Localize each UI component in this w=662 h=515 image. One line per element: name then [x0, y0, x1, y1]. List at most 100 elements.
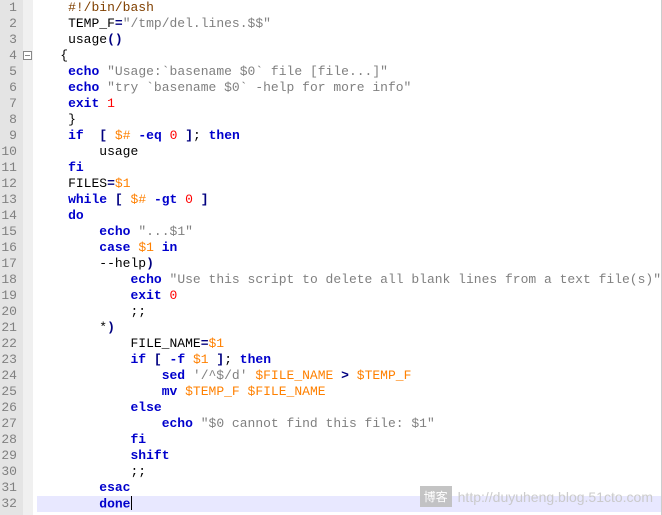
code-line[interactable]: usage() — [37, 32, 661, 48]
code-line[interactable]: usage — [37, 144, 661, 160]
code-line[interactable]: ;; — [37, 304, 661, 320]
code-line[interactable]: } — [37, 112, 661, 128]
token-kw: echo — [130, 272, 161, 287]
line-number: 6 — [0, 80, 17, 96]
text-caret — [131, 496, 132, 510]
line-number: 21 — [0, 320, 17, 336]
fold-spacer — [23, 115, 33, 131]
token-nm: { — [37, 48, 68, 63]
code-line[interactable]: --help) — [37, 256, 661, 272]
token-kw: -f — [170, 352, 186, 367]
line-number: 9 — [0, 128, 17, 144]
fold-gutter — [23, 0, 33, 515]
token-kw: in — [162, 240, 178, 255]
watermark-badge: 博客 — [420, 486, 452, 507]
code-line[interactable]: sed '/^$/d' $FILE_NAME > $TEMP_F — [37, 368, 661, 384]
token-op: () — [107, 32, 123, 47]
token-nm — [37, 288, 131, 303]
code-line[interactable]: case $1 in — [37, 240, 661, 256]
token-nm — [37, 448, 131, 463]
token-nm: } — [37, 112, 76, 127]
code-line[interactable]: *) — [37, 320, 661, 336]
token-nm: usage — [68, 32, 107, 47]
token-nm: ;; — [37, 464, 146, 479]
code-line[interactable]: TEMP_F="/tmp/del.lines.$$" — [37, 16, 661, 32]
token-nm — [37, 128, 68, 143]
fold-spacer — [23, 355, 33, 371]
token-str: '/^$/d' — [193, 368, 248, 383]
fold-minus-icon[interactable] — [23, 51, 32, 60]
token-kw: echo — [68, 64, 99, 79]
token-nm — [37, 368, 162, 383]
code-line[interactable]: echo "try `basename $0` -help for more i… — [37, 80, 661, 96]
code-line[interactable]: exit 0 — [37, 288, 661, 304]
token-str: "...$1" — [138, 224, 193, 239]
watermark: 博客 http://duyuheng.blog.51cto.com — [420, 486, 653, 507]
token-nm — [37, 192, 68, 207]
token-kw: then — [209, 128, 240, 143]
line-number: 7 — [0, 96, 17, 112]
token-kw: -gt — [154, 192, 177, 207]
code-line[interactable]: exit 1 — [37, 96, 661, 112]
code-line[interactable]: FILES=$1 — [37, 176, 661, 192]
token-op: ) — [146, 256, 154, 271]
code-line[interactable]: shift — [37, 448, 661, 464]
token-nm — [185, 368, 193, 383]
token-nm — [84, 128, 100, 143]
fold-spacer — [23, 0, 33, 16]
token-nm: FILES — [68, 176, 107, 191]
code-line[interactable]: ;; — [37, 464, 661, 480]
line-number: 18 — [0, 272, 17, 288]
code-line[interactable]: if [ -f $1 ]; then — [37, 352, 661, 368]
token-kw: -eq — [138, 128, 161, 143]
token-nm — [37, 80, 68, 95]
code-line[interactable]: echo "Use this script to delete all blan… — [37, 272, 661, 288]
token-nm — [185, 352, 193, 367]
code-line[interactable]: echo "Usage:`basename $0` file [file...]… — [37, 64, 661, 80]
fold-spacer — [23, 243, 33, 259]
token-nm: ;; — [37, 304, 146, 319]
code-line[interactable]: do — [37, 208, 661, 224]
token-nm — [193, 192, 201, 207]
token-kw: exit — [68, 96, 99, 111]
token-nm — [37, 176, 68, 191]
token-nm — [177, 192, 185, 207]
token-kw: sed — [162, 368, 185, 383]
code-line[interactable]: mv $TEMP_F $FILE_NAME — [37, 384, 661, 400]
fold-spacer — [23, 307, 33, 323]
token-kw: do — [68, 208, 84, 223]
line-number: 13 — [0, 192, 17, 208]
token-var: $FILE_NAME — [248, 384, 326, 399]
line-number: 14 — [0, 208, 17, 224]
code-line[interactable]: fi — [37, 432, 661, 448]
code-line[interactable]: while [ $# -gt 0 ] — [37, 192, 661, 208]
code-line[interactable]: else — [37, 400, 661, 416]
code-area[interactable]: #!/bin/bash TEMP_F="/tmp/del.lines.$$" u… — [33, 0, 661, 515]
token-var: $TEMP_F — [185, 384, 240, 399]
line-number: 17 — [0, 256, 17, 272]
token-nm: FILE_NAME — [37, 336, 201, 351]
code-line[interactable]: echo "...$1" — [37, 224, 661, 240]
fold-toggle[interactable] — [23, 51, 33, 67]
fold-spacer — [23, 483, 33, 499]
token-kw: then — [240, 352, 271, 367]
token-nm — [37, 384, 162, 399]
line-number: 1 — [0, 0, 17, 16]
code-line[interactable]: if [ $# -eq 0 ]; then — [37, 128, 661, 144]
code-line[interactable]: { — [37, 48, 661, 64]
fold-spacer — [23, 419, 33, 435]
code-line[interactable]: FILE_NAME=$1 — [37, 336, 661, 352]
token-op: ] — [201, 192, 209, 207]
token-nm — [37, 400, 131, 415]
token-str: "Use this script to delete all blank lin… — [170, 272, 661, 287]
fold-spacer — [23, 16, 33, 32]
code-line[interactable]: #!/bin/bash — [37, 0, 661, 16]
code-line[interactable]: echo "$0 cannot find this file: $1" — [37, 416, 661, 432]
code-line[interactable]: fi — [37, 160, 661, 176]
token-nm — [162, 128, 170, 143]
token-var: $1 — [193, 352, 209, 367]
token-op: ) — [107, 320, 115, 335]
token-kw: else — [130, 400, 161, 415]
token-nm: TEMP_F — [68, 16, 115, 31]
fold-spacer — [23, 195, 33, 211]
